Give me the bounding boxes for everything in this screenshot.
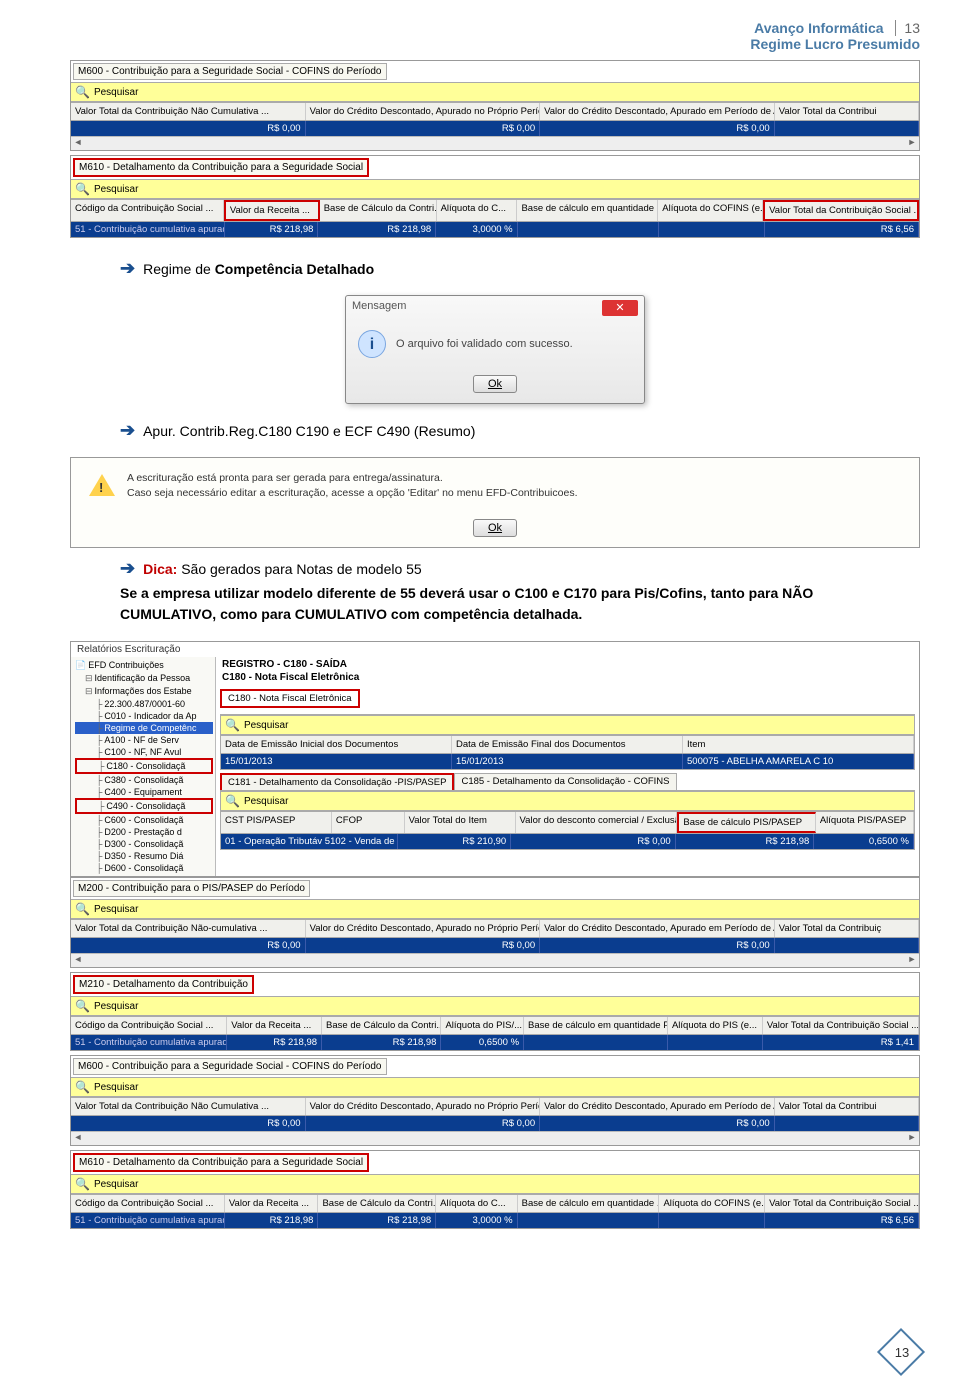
tree-item[interactable]: ├D200 - Prestação d <box>75 826 213 838</box>
tree-item[interactable]: 📄EFD Contribuições <box>75 659 213 672</box>
tree-item[interactable]: ├Regime de Competênc <box>75 722 213 734</box>
grid-m610-top: M610 - Detalhamento da Contribuição para… <box>70 155 920 238</box>
m600-data-row[interactable]: R$ 0,00 R$ 0,00 R$ 0,00 <box>71 121 919 136</box>
search-icon: 🔍 <box>75 1080 90 1094</box>
close-icon[interactable]: ✕ <box>602 300 638 316</box>
m600b-title-chip: M600 - Contribuição para a Seguridade So… <box>73 1058 387 1075</box>
app-window: Relatórios Escrituração 📄EFD Contribuiçõ… <box>70 641 920 877</box>
ok-button[interactable]: Ok <box>473 375 517 393</box>
m610b-data-row[interactable]: 51 - Contribuição cumulativa apurad... R… <box>71 1213 919 1228</box>
arrow-icon: ➔ <box>120 258 135 279</box>
menu-bar[interactable]: Relatórios Escrituração <box>71 642 919 657</box>
info-icon: i <box>358 330 386 358</box>
ok-button[interactable]: Ok <box>473 519 517 537</box>
search-icon: 🔍 <box>75 85 90 99</box>
bullet-dica: ➔ Dica: São gerados para Notas de modelo… <box>120 558 910 579</box>
m210-data-row[interactable]: 51 - Contribuição cumulativa apurad... R… <box>71 1035 919 1050</box>
notice-dialog: A escrituração está pronta para ser gera… <box>70 457 920 548</box>
tree-item[interactable]: ├C400 - Equipament <box>75 786 213 798</box>
c180-chip: C180 - Nota Fiscal Eletrônica <box>222 691 358 706</box>
search-icon: 🔍 <box>75 999 90 1013</box>
document-subtitle: Regime Lucro Presumido <box>750 36 920 52</box>
m610b-title-chip: M610 - Detalhamento da Contribuição para… <box>73 1153 369 1172</box>
search-bar-m610b[interactable]: 🔍Pesquisar <box>71 1174 919 1194</box>
tree-item[interactable]: ⊟Identificação da Pessoa <box>75 672 213 685</box>
search-icon: 🔍 <box>75 182 90 196</box>
tab-c185[interactable]: C185 - Detalhamento da Consolidação - CO… <box>454 773 676 790</box>
grid-m210: M210 - Detalhamento da Contribuição 🔍Pes… <box>70 972 920 1051</box>
tree-item[interactable]: ├D350 - Resumo Diá <box>75 850 213 862</box>
m210-title-chip: M210 - Detalhamento da Contribuição <box>73 975 254 994</box>
search-bar-c181[interactable]: 🔍 Pesquisar <box>221 791 914 811</box>
scrollbar[interactable]: ◄► <box>71 1131 919 1145</box>
notice-line2: Caso seja necessário editar a escrituraç… <box>127 487 578 499</box>
search-bar-m600[interactable]: 🔍 Pesquisar <box>71 82 919 102</box>
tree-item[interactable]: ├C600 - Consolidaçã <box>75 814 213 826</box>
m610-title-chip: M610 - Detalhamento da Contribuição para… <box>73 158 369 177</box>
m200-title-chip: M200 - Contribuição para o PIS/PASEP do … <box>73 880 310 897</box>
search-bar-c180[interactable]: 🔍 Pesquisar <box>221 715 914 735</box>
notice-line1: A escrituração está pronta para ser gera… <box>127 472 578 484</box>
scrollbar[interactable]: ◄► <box>71 953 919 967</box>
search-label: Pesquisar <box>94 87 138 98</box>
register-subtitle: C180 - Nota Fiscal Eletrônica <box>216 672 919 686</box>
c180-data-row[interactable]: 15/01/2013 15/01/2013 500075 - ABELHA AM… <box>221 754 914 769</box>
grid-m200: M200 - Contribuição para o PIS/PASEP do … <box>70 877 920 968</box>
tree-item[interactable]: ⊟Informações dos Estabe <box>75 685 213 698</box>
footer-page-number: 13 <box>880 1345 924 1360</box>
search-icon: 🔍 <box>225 794 240 808</box>
m600-header-row: Valor Total da Contribuição Não Cumulati… <box>71 102 919 121</box>
search-icon: 🔍 <box>225 718 240 732</box>
tree-item[interactable]: ├C100 - NF, NF Avul <box>75 746 213 758</box>
tree-item[interactable]: ├C180 - Consolidaçã <box>75 758 213 774</box>
register-title: REGISTRO - C180 - SAÍDA <box>216 657 919 672</box>
bullet-regime-competencia: ➔ Regime de Competência Detalhado <box>120 258 910 279</box>
dialog-message: O arquivo foi validado com sucesso. <box>396 338 573 350</box>
grid-m600-top: M600 - Contribuição para a Seguridade So… <box>70 60 920 151</box>
document-header: Avanço Informática 13 Regime Lucro Presu… <box>70 20 920 52</box>
tree-item[interactable]: ├22.300.487/0001-60 <box>75 698 213 710</box>
m200-data-row[interactable]: R$ 0,00 R$ 0,00 R$ 0,00 <box>71 938 919 953</box>
tree-item[interactable]: ├D300 - Consolidaçã <box>75 838 213 850</box>
message-dialog: Mensagem ✕ i O arquivo foi validado com … <box>345 295 645 404</box>
tree-item[interactable]: ├C010 - Indicador da Ap <box>75 710 213 722</box>
search-icon: 🔍 <box>75 1177 90 1191</box>
arrow-icon: ➔ <box>120 558 135 579</box>
search-bar-m600b[interactable]: 🔍Pesquisar <box>71 1077 919 1097</box>
search-bar-m610[interactable]: 🔍 Pesquisar <box>71 179 919 199</box>
bullet-apur-contrib: ➔ Apur. Contrib.Reg.C180 C190 e ECF C490… <box>120 420 910 441</box>
m610-header-row: Código da Contribuição Social ... Valor … <box>71 199 919 222</box>
tip-paragraph: Se a empresa utilizar modelo diferente d… <box>120 583 910 625</box>
tree-view[interactable]: 📄EFD Contribuições⊟Identificação da Pess… <box>71 657 216 876</box>
scrollbar[interactable]: ◄► <box>71 136 919 150</box>
arrow-icon: ➔ <box>120 420 135 441</box>
grid-m600-bottom: M600 - Contribuição para a Seguridade So… <box>70 1055 920 1146</box>
tree-item[interactable]: ├D600 - Consolidaçã <box>75 862 213 874</box>
search-bar-m210[interactable]: 🔍Pesquisar <box>71 996 919 1016</box>
tab-c181[interactable]: C181 - Detalhamento da Consolidação -PIS… <box>220 773 454 790</box>
tree-item[interactable]: ├A100 - NF de Serv <box>75 734 213 746</box>
footer-page-ornament: 13 <box>880 1331 924 1375</box>
company-name: Avanço Informática <box>754 20 883 36</box>
grid-m610-bottom: M610 - Detalhamento da Contribuição para… <box>70 1150 920 1229</box>
search-icon: 🔍 <box>75 902 90 916</box>
search-label: Pesquisar <box>94 184 138 195</box>
m600-title-chip: M600 - Contribuição para a Seguridade So… <box>73 63 387 80</box>
warning-icon <box>89 474 115 496</box>
m600b-data-row[interactable]: R$ 0,00 R$ 0,00 R$ 0,00 <box>71 1116 919 1131</box>
tree-item[interactable]: ├C490 - Consolidaçã <box>75 798 213 814</box>
m610-data-row[interactable]: 51 - Contribuição cumulativa apurad... R… <box>71 222 919 237</box>
search-bar-m200[interactable]: 🔍Pesquisar <box>71 899 919 919</box>
c181-data-row[interactable]: 01 - Operação Tributáv 5102 - Venda de m… <box>221 834 914 849</box>
dialog-title: Mensagem <box>352 300 406 316</box>
tree-item[interactable]: ├C380 - Consolidaçã <box>75 774 213 786</box>
page-number-top: 13 <box>895 20 920 36</box>
